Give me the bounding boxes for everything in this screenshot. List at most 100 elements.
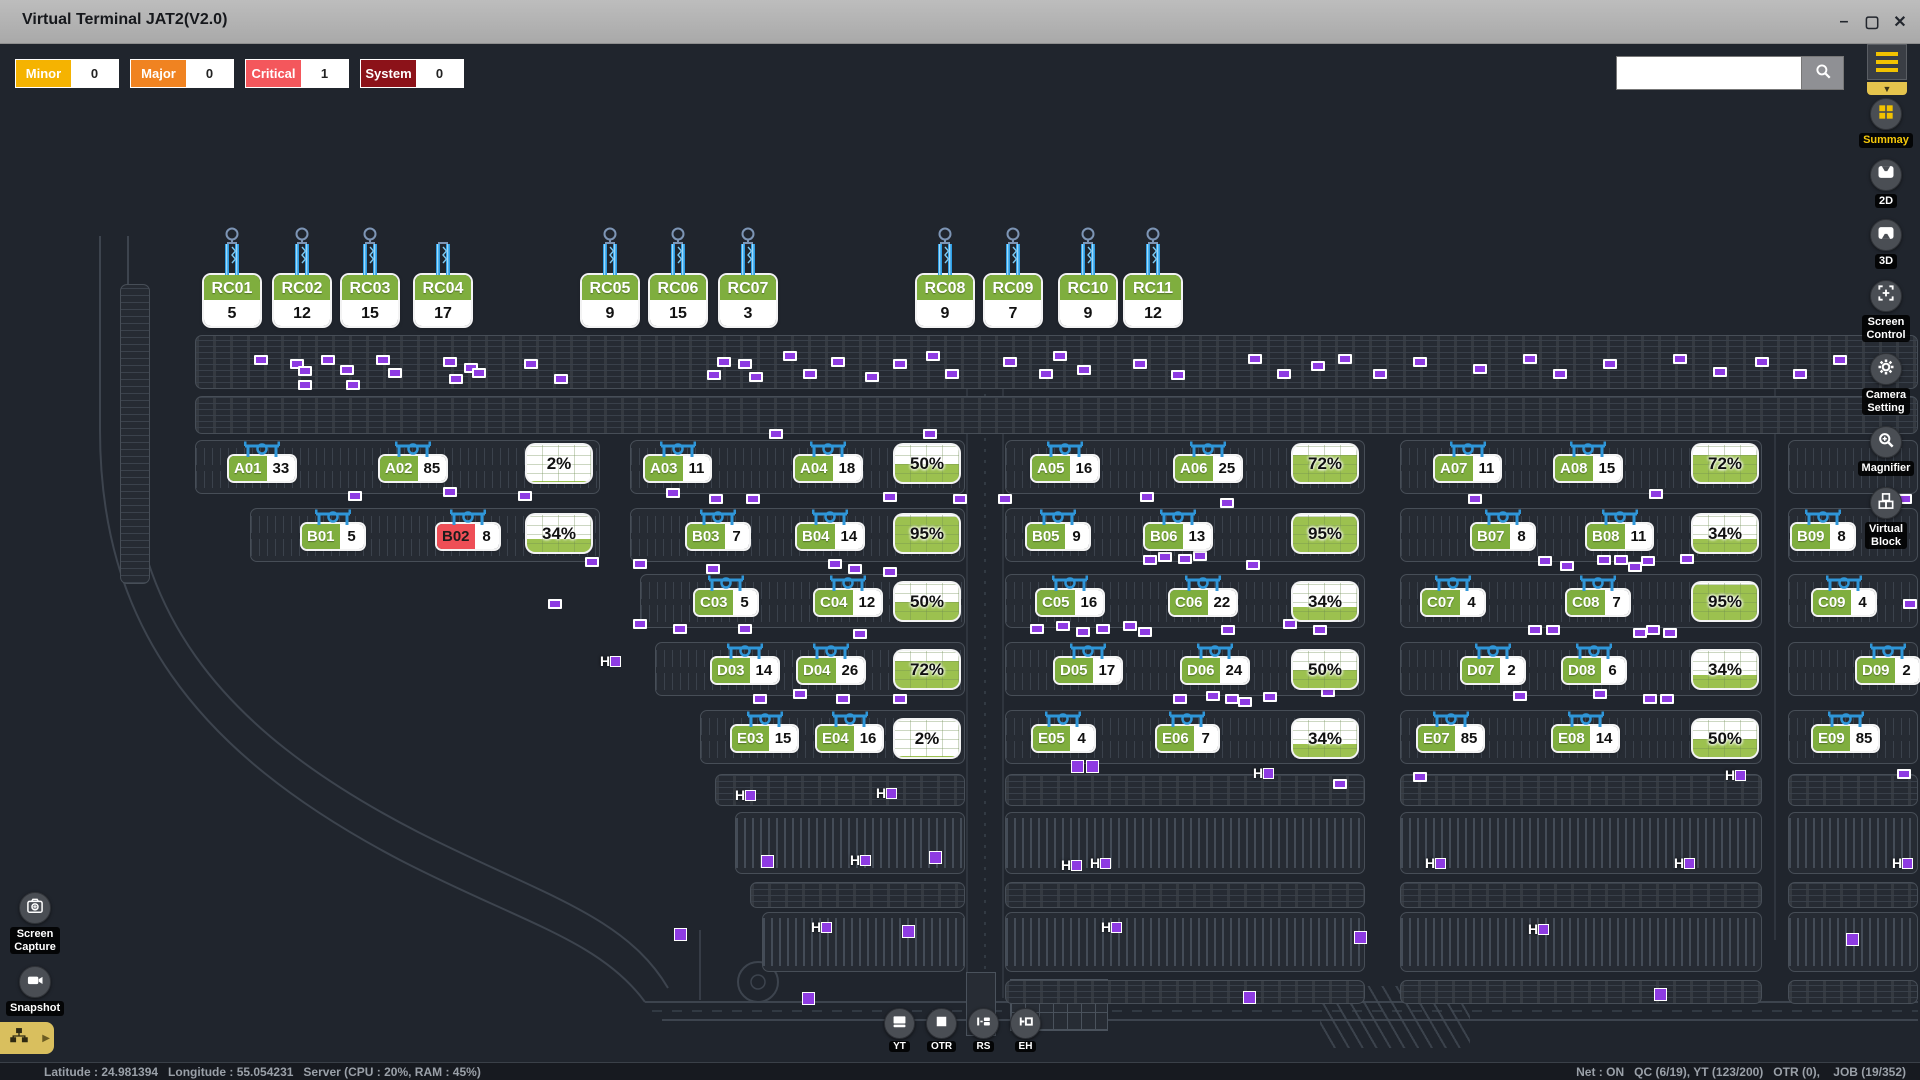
minimize-button[interactable]: – (1830, 8, 1858, 36)
terminal-map[interactable]: RC015RC0212RC0315 RC0417 RC059RC0615RC073 R… (0, 44, 1920, 1062)
block-b04[interactable]: B0414 (797, 524, 863, 549)
rc-crane-rc05[interactable]: RC059 (582, 227, 638, 326)
block-c08[interactable]: C087 (1567, 590, 1629, 615)
alarm-badge-critical[interactable]: Critical1 (246, 60, 348, 87)
block-c04[interactable]: C0412 (815, 590, 881, 615)
search-input[interactable] (1616, 56, 1802, 90)
container-marker (1468, 494, 1482, 504)
container-marker (1641, 556, 1655, 566)
occupancy-box[interactable]: 72% (1693, 445, 1757, 482)
alarm-badge-major[interactable]: Major0 (131, 60, 233, 87)
block-b05[interactable]: B059 (1027, 524, 1089, 549)
close-button[interactable]: ✕ (1886, 8, 1914, 36)
occupancy-box[interactable]: 72% (1293, 445, 1357, 482)
block-a05[interactable]: A0516 (1032, 456, 1098, 481)
block-d05[interactable]: D0517 (1055, 658, 1121, 683)
rc-crane-rc11[interactable]: RC1112 (1125, 227, 1181, 326)
screen-capture-button[interactable]: Screen Capture (10, 892, 60, 954)
block-d08[interactable]: D086 (1563, 658, 1625, 683)
menu-button[interactable] (1867, 44, 1907, 80)
search-button[interactable] (1802, 56, 1844, 90)
block-a06[interactable]: A0625 (1175, 456, 1241, 481)
block-c09[interactable]: C094 (1813, 590, 1875, 615)
sidebar-item-2d[interactable]: 2D (1870, 159, 1902, 209)
occupancy-box[interactable]: 72% (895, 651, 959, 688)
block-b09[interactable]: B098 (1792, 524, 1854, 549)
rc-crane-rc07[interactable]: RC073 (720, 227, 776, 326)
block-a07[interactable]: A0711 (1435, 456, 1500, 481)
container-marker (1793, 369, 1807, 379)
occupancy-box[interactable]: 50% (895, 583, 959, 620)
occupancy-box[interactable]: 50% (895, 445, 959, 482)
occupancy-box[interactable]: 2% (527, 445, 591, 482)
filter-eh-button[interactable]: EH (1010, 1008, 1041, 1052)
rc-crane-rc01[interactable]: RC015 (204, 227, 260, 326)
occupancy-percent: 50% (895, 445, 959, 482)
block-e07[interactable]: E0785 (1418, 726, 1483, 751)
sidebar-item-summay[interactable]: Summay (1859, 98, 1913, 148)
truck-marker (1243, 991, 1256, 1004)
block-id: E09 (1813, 726, 1850, 751)
block-b07[interactable]: B078 (1472, 524, 1534, 549)
block-d06[interactable]: D0624 (1182, 658, 1248, 683)
block-d03[interactable]: D0314 (712, 658, 778, 683)
block-e04[interactable]: E0416 (817, 726, 882, 751)
rc-crane-rc08[interactable]: RC089 (917, 227, 973, 326)
rc-crane-rc04[interactable]: RC0417 (415, 227, 471, 326)
alarm-badge-system[interactable]: System0 (361, 60, 463, 87)
block-d09[interactable]: D092 (1857, 658, 1919, 683)
block-a03[interactable]: A0311 (645, 456, 710, 481)
block-a02[interactable]: A0285 (380, 456, 446, 481)
block-b03[interactable]: B037 (687, 524, 749, 549)
network-flyout-tab[interactable]: ▶ (0, 1022, 54, 1054)
rc-crane-rc02[interactable]: RC0212 (274, 227, 330, 326)
rc-crane-rc03[interactable]: RC0315 (342, 227, 398, 326)
maximize-button[interactable]: ▢ (1858, 8, 1886, 36)
sidebar-item-virtual-block[interactable]: Virtual Block (1865, 487, 1907, 549)
sidebar-item-screen-control[interactable]: Screen Control (1862, 280, 1909, 342)
block-e09[interactable]: E0985 (1813, 726, 1878, 751)
occupancy-box[interactable]: 95% (1693, 583, 1757, 620)
block-c05[interactable]: C0516 (1037, 590, 1103, 615)
occupancy-box[interactable]: 50% (1293, 651, 1357, 688)
rc-count: 17 (415, 302, 471, 326)
occupancy-box[interactable]: 34% (1293, 720, 1357, 757)
occupancy-box[interactable]: 34% (1693, 651, 1757, 688)
sidebar-item-3d[interactable]: 3D (1870, 219, 1902, 269)
rc-crane-rc10[interactable]: RC109 (1060, 227, 1116, 326)
rc-crane-rc09[interactable]: RC097 (985, 227, 1041, 326)
alarm-badge-minor[interactable]: Minor0 (16, 60, 118, 87)
filter-rs-button[interactable]: RS (968, 1008, 999, 1052)
block-b02[interactable]: B028 (437, 524, 499, 549)
block-b01[interactable]: B015 (302, 524, 364, 549)
block-a08[interactable]: A0815 (1555, 456, 1621, 481)
sidebar-item-camera-setting[interactable]: Camera Setting (1862, 353, 1910, 415)
block-c07[interactable]: C074 (1422, 590, 1484, 615)
filter-yt-button[interactable]: YT (884, 1008, 915, 1052)
occupancy-box[interactable]: 95% (895, 515, 959, 552)
occupancy-box[interactable]: 34% (1693, 515, 1757, 552)
occupancy-box[interactable]: 95% (1293, 515, 1357, 552)
block-c03[interactable]: C035 (695, 590, 757, 615)
block-e08[interactable]: E0814 (1553, 726, 1618, 751)
block-b06[interactable]: B0613 (1145, 524, 1211, 549)
block-d04[interactable]: D0426 (798, 658, 864, 683)
block-d07[interactable]: D072 (1462, 658, 1524, 683)
occupancy-box[interactable]: 50% (1693, 720, 1757, 757)
menu-collapse-strip[interactable]: ▼ (1867, 82, 1907, 95)
block-e03[interactable]: E0315 (732, 726, 797, 751)
block-b08[interactable]: B0811 (1587, 524, 1652, 549)
sidebar-item-magnifier[interactable]: Magnifier (1858, 426, 1915, 476)
block-c06[interactable]: C0622 (1170, 590, 1236, 615)
block-e06[interactable]: E067 (1157, 726, 1218, 751)
occupancy-box[interactable]: 34% (527, 515, 591, 552)
block-a01[interactable]: A0133 (229, 456, 295, 481)
filter-otr-button[interactable]: OTR (926, 1008, 957, 1052)
occupancy-box[interactable]: 34% (1293, 583, 1357, 620)
block-a04[interactable]: A0418 (795, 456, 861, 481)
block-e05[interactable]: E054 (1033, 726, 1094, 751)
rtg-crane-icon (1568, 708, 1604, 728)
occupancy-box[interactable]: 2% (895, 720, 959, 757)
snapshot-button[interactable]: Snapshot (6, 966, 64, 1016)
rc-crane-rc06[interactable]: RC0615 (650, 227, 706, 326)
